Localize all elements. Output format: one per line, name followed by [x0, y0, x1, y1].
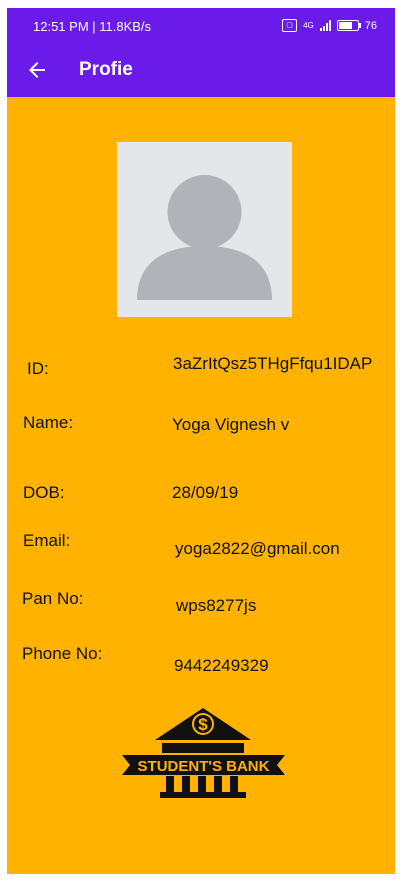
- bank-logo-icon: $ STUDENT'S BANK: [122, 708, 285, 798]
- email-label: Email:: [23, 531, 71, 550]
- battery-icon: [336, 20, 361, 31]
- person-placeholder-icon: [137, 175, 272, 300]
- name-label: Name:: [23, 413, 74, 432]
- students-bank-logo: $ STUDENT'S BANK: [116, 700, 291, 800]
- status-time-speed: 12:51 PM | 11.8KB/s: [33, 19, 152, 34]
- phone-value: 9442249329: [174, 656, 269, 675]
- dob-label: DOB:: [23, 483, 65, 502]
- screen: 12:51 PM | 11.8KB/s ▢ 4G 76 Profie ID: 3…: [7, 8, 395, 874]
- dob-value: 28/09/19: [172, 483, 239, 502]
- arrow-left-icon: [29, 62, 45, 78]
- pan-value: wps8277js: [176, 596, 257, 615]
- dollar-sign: $: [198, 715, 208, 734]
- pan-label: Pan No:: [22, 589, 84, 608]
- back-button[interactable]: [25, 58, 49, 82]
- signal-icon: [319, 20, 331, 31]
- battery-percent: 76: [364, 19, 377, 32]
- email-value: yoga2822@gmail.con: [175, 539, 340, 558]
- sim-icon: ▢: [282, 19, 298, 32]
- status-bar: 12:51 PM | 11.8KB/s ▢ 4G 76: [7, 8, 395, 44]
- status-icons: ▢ 4G 76: [282, 19, 377, 32]
- avatar: [117, 142, 292, 317]
- name-value: Yoga Vignesh v: [172, 415, 290, 434]
- logo-text: STUDENT'S BANK: [138, 758, 270, 775]
- app-bar: Profie: [7, 44, 395, 97]
- phone-label: Phone No:: [22, 644, 103, 663]
- id-label: ID:: [27, 359, 49, 378]
- page-title: Profie: [79, 59, 133, 80]
- network-type-label: 4G: [303, 21, 314, 30]
- id-value: 3aZrItQsz5THgFfqu1IDAP: [173, 354, 373, 373]
